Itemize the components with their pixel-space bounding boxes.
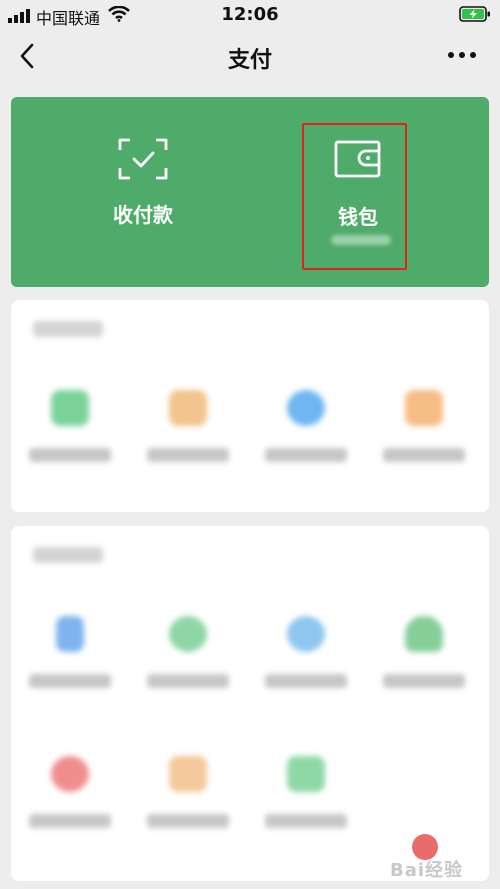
highlight-box (302, 123, 407, 270)
grid-item-label-blurred (147, 814, 229, 828)
grid-item-label-blurred (265, 814, 347, 828)
grid-item-card-repayment[interactable] (11, 390, 129, 490)
finance-blur-area (11, 300, 489, 512)
status-bar: 中国联通 12:06 (0, 0, 500, 30)
pay-card: 收付款 钱包 (11, 97, 489, 287)
life-services-section (11, 526, 489, 881)
receive-pay-button[interactable]: 收付款 (93, 97, 193, 287)
city-services-icon (405, 616, 443, 652)
micro-loan-icon (169, 390, 207, 426)
page-title: 支付 (227, 48, 272, 73)
more-dots-icon[interactable] (446, 50, 478, 60)
grid-item-label-blurred (29, 674, 111, 688)
grid-item-medical[interactable] (129, 756, 247, 856)
grid-item-label-blurred (265, 448, 347, 462)
grid-item-health-code[interactable] (247, 756, 365, 856)
charity-icon (51, 756, 89, 792)
watermark-text: Bai经验 (390, 860, 464, 881)
insurance-icon (405, 390, 443, 426)
grid-item-insurance[interactable] (365, 390, 483, 490)
grid-item-city-services[interactable] (365, 616, 483, 716)
grid-item-micro-loan[interactable] (129, 390, 247, 490)
grid-item-label-blurred (29, 814, 111, 828)
section-title-blurred (33, 321, 103, 337)
health-code-icon (287, 756, 325, 792)
section-title-blurred (33, 547, 103, 563)
scan-check-icon (118, 138, 168, 180)
grid-item-phone-topup[interactable] (11, 616, 129, 716)
card-repayment-icon (51, 390, 89, 426)
grid-item-utilities[interactable] (129, 616, 247, 716)
battery-charging-icon (459, 6, 490, 22)
receive-pay-label: 收付款 (113, 203, 173, 227)
grid-item-label-blurred (147, 674, 229, 688)
phone-topup-icon (56, 616, 84, 652)
medical-icon (169, 756, 207, 792)
baidu-watermark: Bai经验 (382, 832, 494, 884)
grid-item-wealth[interactable] (247, 390, 365, 490)
grid-item-charity[interactable] (11, 756, 129, 856)
grid-item-label-blurred (147, 448, 229, 462)
life-blur-area (11, 526, 489, 881)
nav-bar: 支付 (0, 30, 500, 82)
finance-section (11, 300, 489, 512)
bus-card-icon (287, 616, 325, 652)
grid-item-label-blurred (383, 448, 465, 462)
status-time: 12:06 (221, 4, 279, 25)
grid-item-bus-card[interactable] (247, 616, 365, 716)
grid-item-label-blurred (265, 674, 347, 688)
utilities-icon (169, 616, 207, 652)
grid-item-label-blurred (29, 448, 111, 462)
wealth-icon (287, 390, 325, 426)
grid-item-label-blurred (383, 674, 465, 688)
